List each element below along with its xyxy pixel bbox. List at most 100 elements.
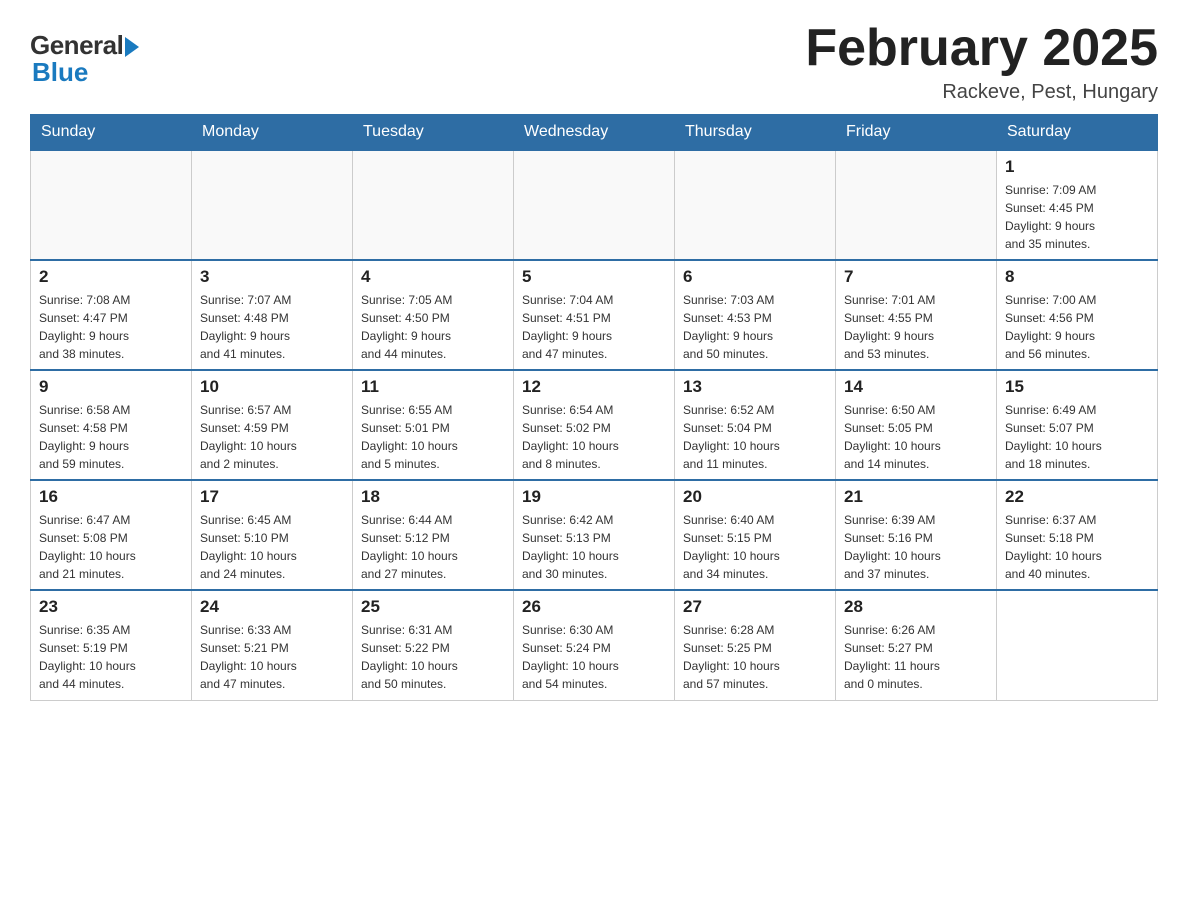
calendar-week-row: 9 Sunrise: 6:58 AM Sunset: 4:58 PM Daylig… — [31, 370, 1158, 480]
page-header: General Blue February 2025 Rackeve, Pest… — [30, 20, 1158, 104]
calendar-week-row: 16 Sunrise: 6:47 AM Sunset: 5:08 PM Dayli… — [31, 480, 1158, 590]
calendar-week-row: 1 Sunrise: 7:09 AM Sunset: 4:45 PM Daylig… — [31, 150, 1158, 260]
table-row: 17 Sunrise: 6:45 AM Sunset: 5:10 PM Dayli… — [192, 480, 353, 590]
day-info: Sunrise: 6:31 AM Sunset: 5:22 PM Dayligh… — [361, 621, 505, 693]
logo-blue-text: Blue — [32, 57, 139, 88]
day-info: Sunrise: 6:33 AM Sunset: 5:21 PM Dayligh… — [200, 621, 344, 693]
day-info: Sunrise: 6:42 AM Sunset: 5:13 PM Dayligh… — [522, 511, 666, 583]
day-info: Sunrise: 6:44 AM Sunset: 5:12 PM Dayligh… — [361, 511, 505, 583]
day-info: Sunrise: 6:37 AM Sunset: 5:18 PM Dayligh… — [1005, 511, 1149, 583]
day-info: Sunrise: 6:58 AM Sunset: 4:58 PM Dayligh… — [39, 401, 183, 473]
table-row: 18 Sunrise: 6:44 AM Sunset: 5:12 PM Dayli… — [353, 480, 514, 590]
day-number: 21 — [844, 487, 988, 507]
table-row: 12 Sunrise: 6:54 AM Sunset: 5:02 PM Dayli… — [514, 370, 675, 480]
day-number: 17 — [200, 487, 344, 507]
day-info: Sunrise: 6:26 AM Sunset: 5:27 PM Dayligh… — [844, 621, 988, 693]
table-row: 9 Sunrise: 6:58 AM Sunset: 4:58 PM Daylig… — [31, 370, 192, 480]
table-row — [675, 150, 836, 260]
day-info: Sunrise: 6:57 AM Sunset: 4:59 PM Dayligh… — [200, 401, 344, 473]
day-number: 10 — [200, 377, 344, 397]
table-row: 7 Sunrise: 7:01 AM Sunset: 4:55 PM Daylig… — [836, 260, 997, 370]
day-info: Sunrise: 6:30 AM Sunset: 5:24 PM Dayligh… — [522, 621, 666, 693]
calendar-week-row: 23 Sunrise: 6:35 AM Sunset: 5:19 PM Dayli… — [31, 590, 1158, 700]
col-thursday: Thursday — [675, 115, 836, 151]
col-wednesday: Wednesday — [514, 115, 675, 151]
day-number: 22 — [1005, 487, 1149, 507]
day-number: 24 — [200, 597, 344, 617]
day-number: 3 — [200, 267, 344, 287]
day-number: 15 — [1005, 377, 1149, 397]
table-row: 8Sunrise: 7:00 AM Sunset: 4:56 PM Daylig… — [997, 260, 1158, 370]
day-number: 18 — [361, 487, 505, 507]
day-info: Sunrise: 7:09 AM Sunset: 4:45 PM Dayligh… — [1005, 181, 1149, 253]
table-row: 3 Sunrise: 7:07 AM Sunset: 4:48 PM Daylig… — [192, 260, 353, 370]
title-block: February 2025 Rackeve, Pest, Hungary — [805, 20, 1158, 104]
day-number: 1 — [1005, 157, 1149, 177]
day-number: 12 — [522, 377, 666, 397]
col-friday: Friday — [836, 115, 997, 151]
location-text: Rackeve, Pest, Hungary — [805, 81, 1158, 104]
day-info: Sunrise: 7:04 AM Sunset: 4:51 PM Dayligh… — [522, 291, 666, 363]
table-row: 4 Sunrise: 7:05 AM Sunset: 4:50 PM Daylig… — [353, 260, 514, 370]
day-info: Sunrise: 6:39 AM Sunset: 5:16 PM Dayligh… — [844, 511, 988, 583]
table-row: 6 Sunrise: 7:03 AM Sunset: 4:53 PM Daylig… — [675, 260, 836, 370]
day-info: Sunrise: 6:52 AM Sunset: 5:04 PM Dayligh… — [683, 401, 827, 473]
table-row — [836, 150, 997, 260]
table-row: 24 Sunrise: 6:33 AM Sunset: 5:21 PM Dayli… — [192, 590, 353, 700]
calendar-week-row: 2Sunrise: 7:08 AM Sunset: 4:47 PM Daylig… — [31, 260, 1158, 370]
weekday-header-row: Sunday Monday Tuesday Wednesday Thursday… — [31, 115, 1158, 151]
day-number: 7 — [844, 267, 988, 287]
day-number: 9 — [39, 377, 183, 397]
day-info: Sunrise: 6:35 AM Sunset: 5:19 PM Dayligh… — [39, 621, 183, 693]
day-info: Sunrise: 7:01 AM Sunset: 4:55 PM Dayligh… — [844, 291, 988, 363]
table-row: 1 Sunrise: 7:09 AM Sunset: 4:45 PM Daylig… — [997, 150, 1158, 260]
day-number: 11 — [361, 377, 505, 397]
day-info: Sunrise: 6:49 AM Sunset: 5:07 PM Dayligh… — [1005, 401, 1149, 473]
table-row: 19Sunrise: 6:42 AM Sunset: 5:13 PM Dayli… — [514, 480, 675, 590]
day-number: 13 — [683, 377, 827, 397]
day-number: 23 — [39, 597, 183, 617]
col-monday: Monday — [192, 115, 353, 151]
table-row: 23 Sunrise: 6:35 AM Sunset: 5:19 PM Dayli… — [31, 590, 192, 700]
day-info: Sunrise: 6:40 AM Sunset: 5:15 PM Dayligh… — [683, 511, 827, 583]
table-row: 26 Sunrise: 6:30 AM Sunset: 5:24 PM Dayli… — [514, 590, 675, 700]
col-saturday: Saturday — [997, 115, 1158, 151]
day-info: Sunrise: 7:03 AM Sunset: 4:53 PM Dayligh… — [683, 291, 827, 363]
table-row — [997, 590, 1158, 700]
col-tuesday: Tuesday — [353, 115, 514, 151]
table-row: 20 Sunrise: 6:40 AM Sunset: 5:15 PM Dayli… — [675, 480, 836, 590]
day-number: 5 — [522, 267, 666, 287]
table-row — [514, 150, 675, 260]
table-row: 16 Sunrise: 6:47 AM Sunset: 5:08 PM Dayli… — [31, 480, 192, 590]
table-row: 28 Sunrise: 6:26 AM Sunset: 5:27 PM Dayli… — [836, 590, 997, 700]
day-info: Sunrise: 6:54 AM Sunset: 5:02 PM Dayligh… — [522, 401, 666, 473]
day-number: 26 — [522, 597, 666, 617]
table-row: 15 Sunrise: 6:49 AM Sunset: 5:07 PM Dayli… — [997, 370, 1158, 480]
day-number: 20 — [683, 487, 827, 507]
table-row: 10 Sunrise: 6:57 AM Sunset: 4:59 PM Dayli… — [192, 370, 353, 480]
table-row: 13 Sunrise: 6:52 AM Sunset: 5:04 PM Dayli… — [675, 370, 836, 480]
day-number: 16 — [39, 487, 183, 507]
day-number: 28 — [844, 597, 988, 617]
table-row — [192, 150, 353, 260]
day-info: Sunrise: 7:07 AM Sunset: 4:48 PM Dayligh… — [200, 291, 344, 363]
day-info: Sunrise: 6:47 AM Sunset: 5:08 PM Dayligh… — [39, 511, 183, 583]
day-info: Sunrise: 6:45 AM Sunset: 5:10 PM Dayligh… — [200, 511, 344, 583]
day-number: 14 — [844, 377, 988, 397]
day-info: Sunrise: 6:55 AM Sunset: 5:01 PM Dayligh… — [361, 401, 505, 473]
day-number: 6 — [683, 267, 827, 287]
table-row: 2Sunrise: 7:08 AM Sunset: 4:47 PM Daylig… — [31, 260, 192, 370]
day-info: Sunrise: 6:50 AM Sunset: 5:05 PM Dayligh… — [844, 401, 988, 473]
day-info: Sunrise: 7:05 AM Sunset: 4:50 PM Dayligh… — [361, 291, 505, 363]
table-row — [31, 150, 192, 260]
table-row: 5 Sunrise: 7:04 AM Sunset: 4:51 PM Daylig… — [514, 260, 675, 370]
day-number: 27 — [683, 597, 827, 617]
day-number: 4 — [361, 267, 505, 287]
day-info: Sunrise: 7:08 AM Sunset: 4:47 PM Dayligh… — [39, 291, 183, 363]
col-sunday: Sunday — [31, 115, 192, 151]
month-title: February 2025 — [805, 20, 1158, 77]
day-number: 25 — [361, 597, 505, 617]
day-number: 8 — [1005, 267, 1149, 287]
table-row: 22 Sunrise: 6:37 AM Sunset: 5:18 PM Dayli… — [997, 480, 1158, 590]
table-row — [353, 150, 514, 260]
